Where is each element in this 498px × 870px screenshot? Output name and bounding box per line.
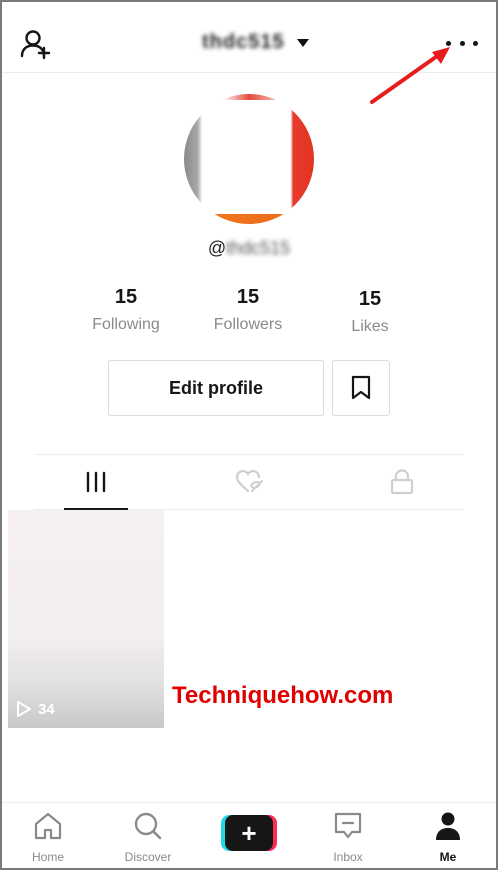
create-video-button[interactable]: + [221, 815, 277, 851]
watermark-text: Techniquehow.com [172, 682, 394, 709]
likes-stat: 15 Likes [310, 288, 430, 336]
add-user-icon[interactable] [20, 28, 56, 64]
account-switcher[interactable]: thdc515 [202, 28, 309, 56]
nav-inbox[interactable]: Inbox [308, 811, 388, 864]
lock-icon [390, 469, 414, 495]
likes-count: 15 [358, 288, 382, 310]
likes-label: Likes [351, 318, 389, 335]
following-stat[interactable]: 15 Following [66, 286, 186, 334]
followers-stat[interactable]: 15 Followers [188, 286, 308, 334]
edit-profile-button[interactable]: Edit profile [108, 360, 324, 416]
following-label: Following [92, 316, 160, 333]
profile-icon [436, 812, 460, 840]
following-count: 15 [114, 286, 138, 308]
heart-hidden-icon [235, 469, 263, 493]
nav-me[interactable]: Me [408, 811, 488, 864]
bottom-navigation: Home Discover + Inbox Me [2, 802, 496, 868]
play-icon [17, 701, 31, 717]
app-screen: thdc515 @thdc515 15 Following 15 Followe… [0, 0, 498, 870]
video-thumbnail[interactable]: 34 [8, 510, 164, 728]
followers-label: Followers [213, 316, 283, 333]
nav-home[interactable]: Home [8, 811, 88, 864]
annotation-arrow-icon [370, 47, 450, 104]
profile-username: thdc515 [202, 30, 285, 53]
grid-icon [86, 471, 106, 493]
profile-avatar[interactable] [184, 94, 314, 224]
inbox-icon [334, 812, 362, 839]
profile-handle: @thdc515 [207, 238, 291, 258]
tab-videos[interactable] [76, 467, 116, 497]
profile-tabs [34, 454, 464, 510]
plus-icon: + [225, 815, 273, 851]
favorites-button[interactable] [332, 360, 390, 416]
followers-count: 15 [236, 286, 260, 308]
bookmark-icon [351, 375, 371, 400]
nav-discover[interactable]: Discover [108, 811, 188, 864]
home-icon [34, 812, 62, 840]
chevron-down-icon [296, 38, 309, 47]
search-icon [134, 812, 162, 840]
tab-private[interactable] [382, 467, 422, 497]
tab-liked[interactable] [230, 467, 270, 497]
play-count: 34 [16, 700, 55, 718]
